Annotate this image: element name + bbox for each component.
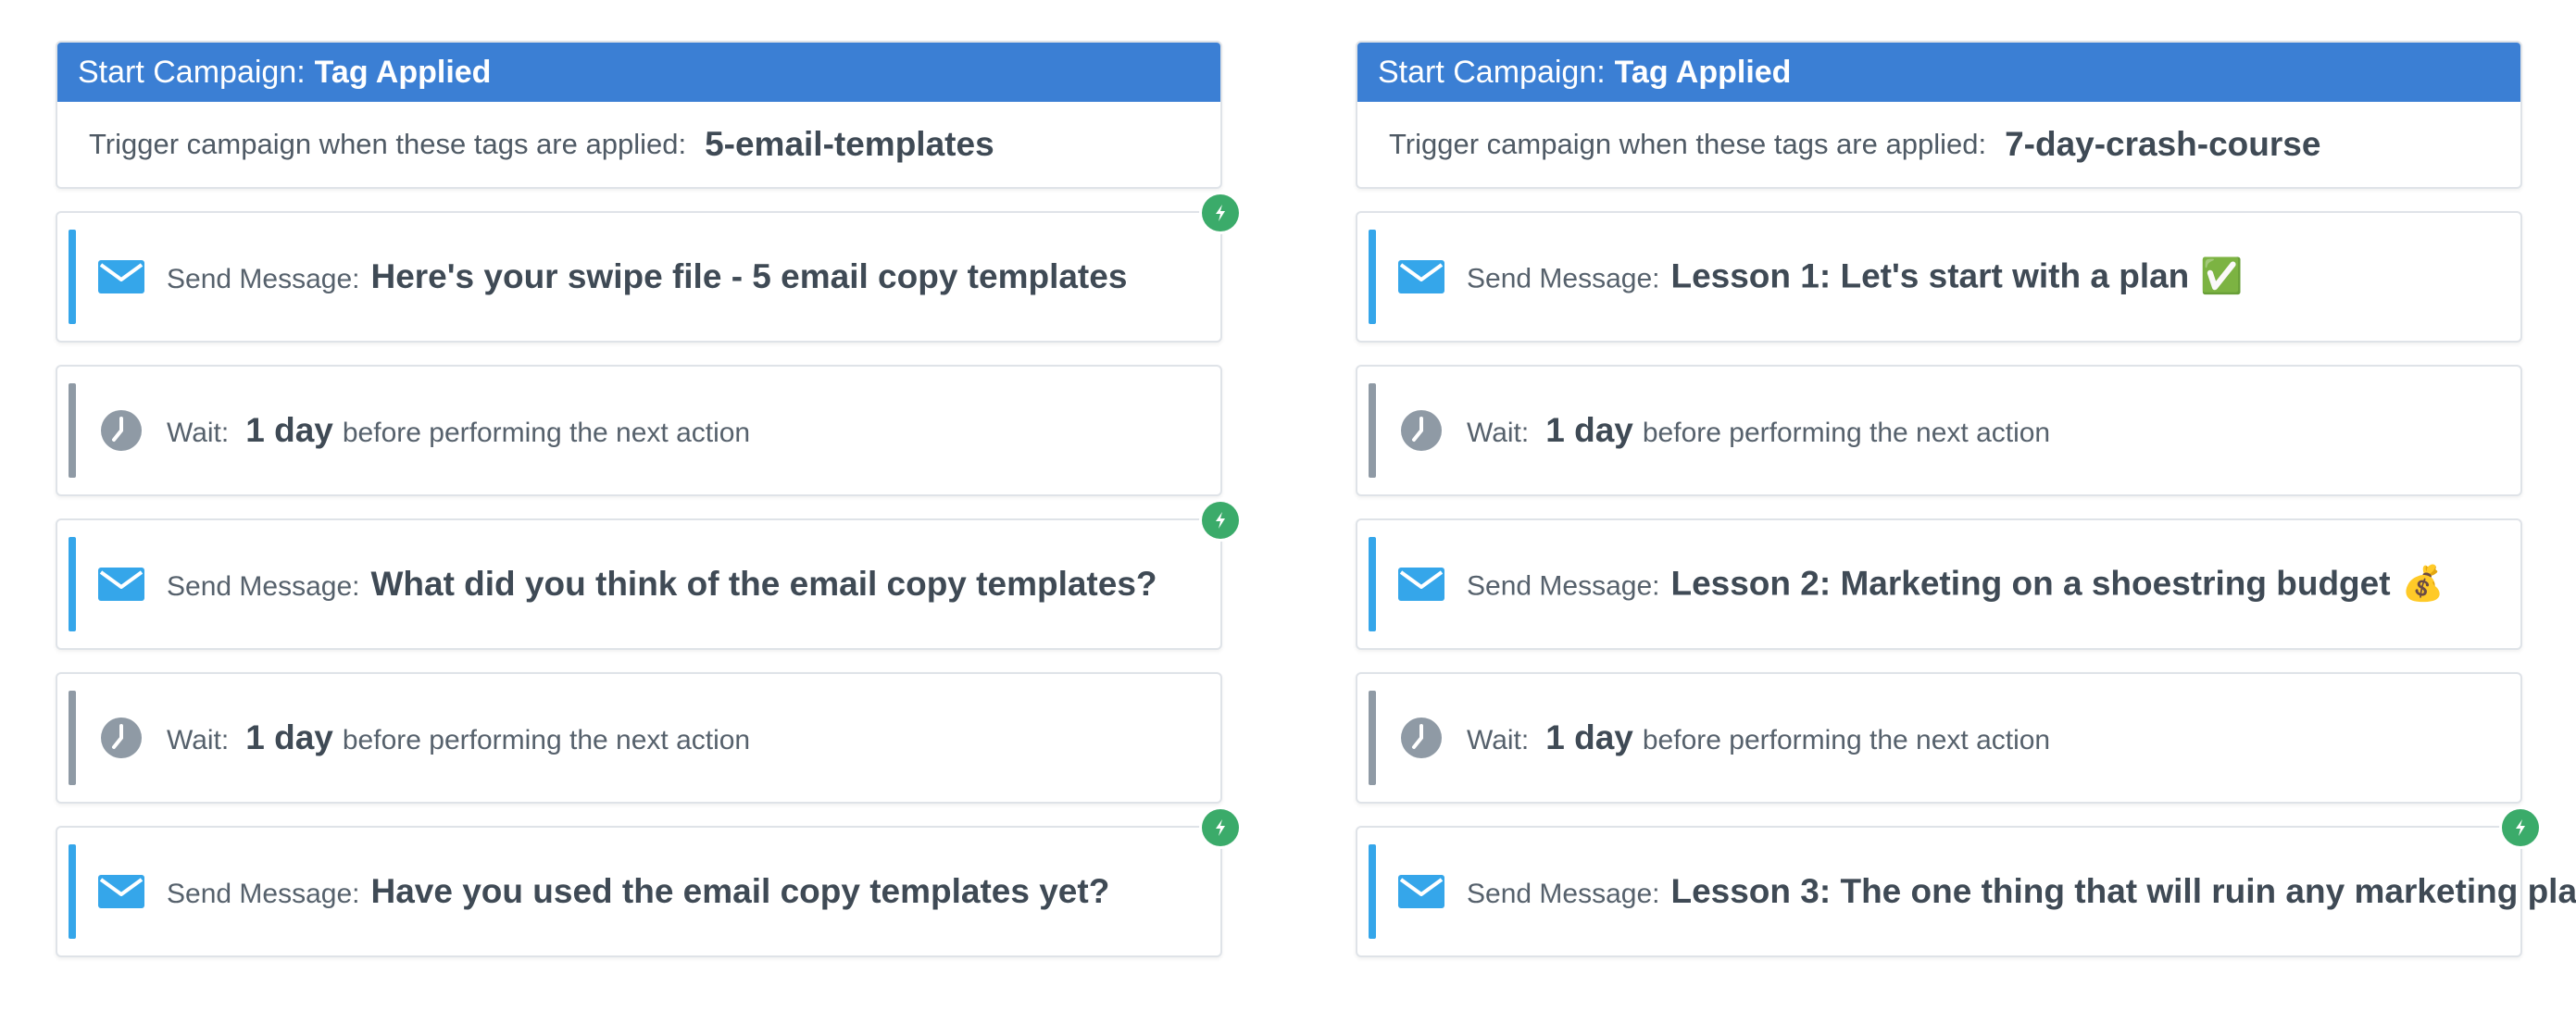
- start-campaign-type: Tag Applied: [314, 54, 492, 90]
- wait-suffix: before performing the next action: [1642, 418, 2051, 448]
- wait-suffix: before performing the next action: [342, 418, 751, 448]
- campaign-column-1: Start Campaign: Tag Applied Trigger camp…: [56, 41, 1239, 957]
- send-message-step[interactable]: Send Message: Have you used the email co…: [56, 809, 1239, 957]
- envelope-icon: [98, 258, 144, 295]
- step-accent-bar: [69, 230, 76, 324]
- clock-icon: [98, 410, 144, 451]
- trigger-row: Trigger campaign when these tags are app…: [1357, 102, 2520, 187]
- wait-step[interactable]: Wait: 1 day before performing the next a…: [56, 672, 1222, 804]
- campaign-column-2: Start Campaign: Tag Applied Trigger camp…: [1356, 41, 2576, 957]
- clock-icon: [1398, 410, 1444, 451]
- trigger-label: Trigger campaign when these tags are app…: [1389, 128, 1987, 160]
- trigger-tag: 7-day-crash-course: [2005, 125, 2321, 163]
- wait-step[interactable]: Wait: 1 day before performing the next a…: [56, 365, 1222, 496]
- wait-suffix: before performing the next action: [342, 725, 751, 755]
- step-accent-bar: [69, 844, 76, 939]
- step-label: Wait:: [1467, 418, 1530, 448]
- step-accent-bar: [1369, 537, 1376, 631]
- wait-suffix: before performing the next action: [1642, 725, 2051, 755]
- step-label: Send Message:: [1467, 263, 1660, 294]
- step-accent-bar: [69, 537, 76, 631]
- bolt-icon[interactable]: [1202, 809, 1239, 846]
- step-label: Send Message:: [167, 571, 360, 602]
- start-campaign-header: Start Campaign: Tag Applied: [1357, 43, 2520, 102]
- step-label: Send Message:: [167, 879, 360, 909]
- envelope-icon: [1398, 258, 1444, 295]
- step-label: Send Message:: [1467, 570, 1660, 602]
- send-message-step[interactable]: Send Message: Lesson 3: The one thing th…: [1356, 809, 2576, 957]
- trigger-label: Trigger campaign when these tags are app…: [89, 128, 687, 160]
- step-label: Wait:: [167, 418, 230, 448]
- message-subject: Lesson 1: Let's start with a plan: [1670, 256, 2190, 295]
- wait-duration: 1 day: [1545, 718, 1633, 756]
- step-accent-bar: [1369, 230, 1376, 324]
- step-label: Send Message:: [1467, 879, 1660, 909]
- start-campaign-prefix: Start Campaign:: [1378, 54, 1606, 90]
- wait-duration: 1 day: [245, 718, 333, 756]
- money-bag-emoji-icon: 💰: [2401, 564, 2445, 603]
- start-campaign-card[interactable]: Start Campaign: Tag Applied Trigger camp…: [1356, 41, 2522, 189]
- envelope-icon: [98, 873, 144, 910]
- start-campaign-card[interactable]: Start Campaign: Tag Applied Trigger camp…: [56, 41, 1222, 189]
- message-subject: What did you think of the email copy tem…: [370, 565, 1157, 603]
- step-accent-bar: [69, 383, 76, 478]
- start-campaign-header: Start Campaign: Tag Applied: [57, 43, 1220, 102]
- start-campaign-prefix: Start Campaign:: [78, 54, 306, 90]
- step-accent-bar: [1369, 691, 1376, 785]
- message-subject: Here's your swipe file - 5 email copy te…: [370, 257, 1128, 295]
- envelope-icon: [98, 566, 144, 603]
- send-message-step[interactable]: Send Message: What did you think of the …: [56, 502, 1239, 650]
- bolt-icon[interactable]: [1202, 502, 1239, 539]
- step-accent-bar: [1369, 383, 1376, 478]
- send-message-step[interactable]: Send Message: Here's your swipe file - 5…: [56, 194, 1239, 343]
- message-subject: Have you used the email copy templates y…: [370, 872, 1110, 910]
- bolt-icon[interactable]: [1202, 194, 1239, 231]
- bolt-icon[interactable]: [2502, 809, 2539, 846]
- wait-step[interactable]: Wait: 1 day before performing the next a…: [1356, 672, 2522, 804]
- checkmark-emoji-icon: ✅: [2200, 256, 2244, 295]
- message-subject: Lesson 2: Marketing on a shoestring budg…: [1670, 564, 2391, 603]
- send-message-step[interactable]: Send Message: Lesson 2: Marketing on a s…: [1356, 518, 2522, 650]
- clock-icon: [98, 718, 144, 758]
- step-accent-bar: [69, 691, 76, 785]
- wait-duration: 1 day: [245, 411, 333, 449]
- wait-duration: 1 day: [1545, 411, 1633, 449]
- send-message-step[interactable]: Send Message: Lesson 1: Let's start with…: [1356, 211, 2522, 343]
- envelope-icon: [1398, 566, 1444, 603]
- message-subject: Lesson 3: The one thing that will ruin a…: [1670, 872, 2576, 910]
- envelope-icon: [1398, 873, 1444, 910]
- wait-step[interactable]: Wait: 1 day before performing the next a…: [1356, 365, 2522, 496]
- step-label: Send Message:: [167, 264, 360, 294]
- step-label: Wait:: [1467, 725, 1530, 755]
- step-accent-bar: [1369, 844, 1376, 939]
- start-campaign-type: Tag Applied: [1614, 54, 1792, 90]
- trigger-tag: 5-email-templates: [705, 125, 994, 163]
- clock-icon: [1398, 718, 1444, 758]
- step-label: Wait:: [167, 725, 230, 755]
- trigger-row: Trigger campaign when these tags are app…: [57, 102, 1220, 187]
